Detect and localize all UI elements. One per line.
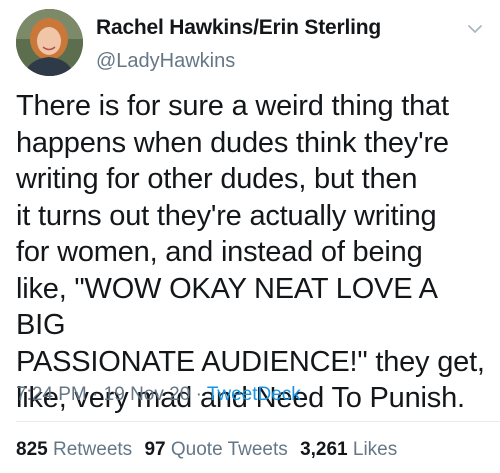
retweets-count: 825 [16, 439, 48, 460]
quote-tweets-stat[interactable]: 97 Quote Tweets [144, 439, 287, 460]
likes-label: Likes [352, 439, 398, 460]
tweet-time[interactable]: 7:24 PM [16, 384, 87, 405]
user-names: Rachel Hawkins/Erin Sterling @LadyHawkin… [96, 16, 381, 72]
tweet-date[interactable]: 19 Nov 20 [104, 384, 191, 405]
tweet-meta: 7:24 PM · 19 Nov 20 · TweetDeck [16, 384, 301, 406]
tweet-source-link[interactable]: TweetDeck [207, 384, 301, 405]
meta-separator: · [92, 384, 99, 405]
display-name[interactable]: Rachel Hawkins/Erin Sterling [96, 16, 381, 40]
retweets-stat[interactable]: 825 Retweets [16, 439, 132, 460]
tweet-stats: 825 Retweets 97 Quote Tweets 3,261 Likes [16, 439, 404, 461]
user-handle[interactable]: @LadyHawkins [96, 50, 381, 72]
tweet-text: There is for sure a weird thing that hap… [16, 90, 485, 414]
meta-separator: · [195, 384, 202, 405]
quote-tweets-label: Quote Tweets [170, 439, 288, 460]
avatar[interactable] [16, 9, 83, 76]
chevron-down-icon[interactable] [466, 20, 484, 38]
likes-stat[interactable]: 3,261 Likes [300, 439, 397, 460]
quote-tweets-count: 97 [144, 439, 166, 460]
retweets-label: Retweets [52, 439, 133, 460]
profile-photo-icon [16, 9, 83, 76]
likes-count: 3,261 [300, 439, 348, 460]
tweet-card: Rachel Hawkins/Erin Sterling @LadyHawkin… [0, 0, 500, 473]
divider [16, 421, 500, 422]
